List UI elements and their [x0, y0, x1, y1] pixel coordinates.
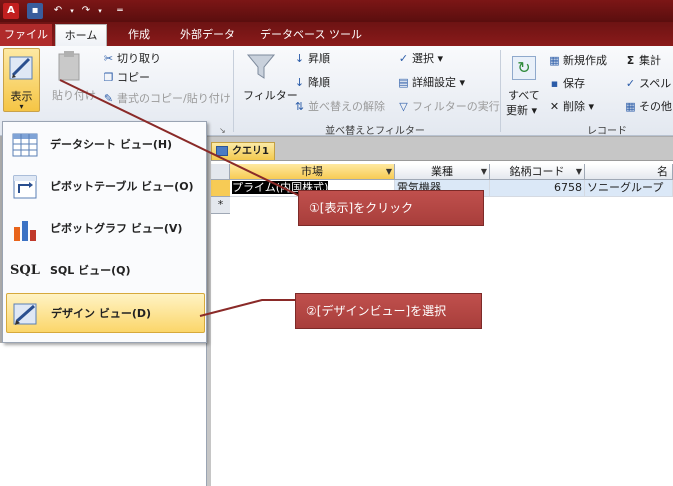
callout-arrow-2 [199, 299, 300, 317]
callout-arrow-1 [59, 79, 301, 197]
annotation-arrows [59, 79, 301, 317]
callout-step2: ②[デザインビュー]を選択 [295, 293, 482, 329]
callout-step1: ①[表示]をクリック [298, 190, 484, 226]
